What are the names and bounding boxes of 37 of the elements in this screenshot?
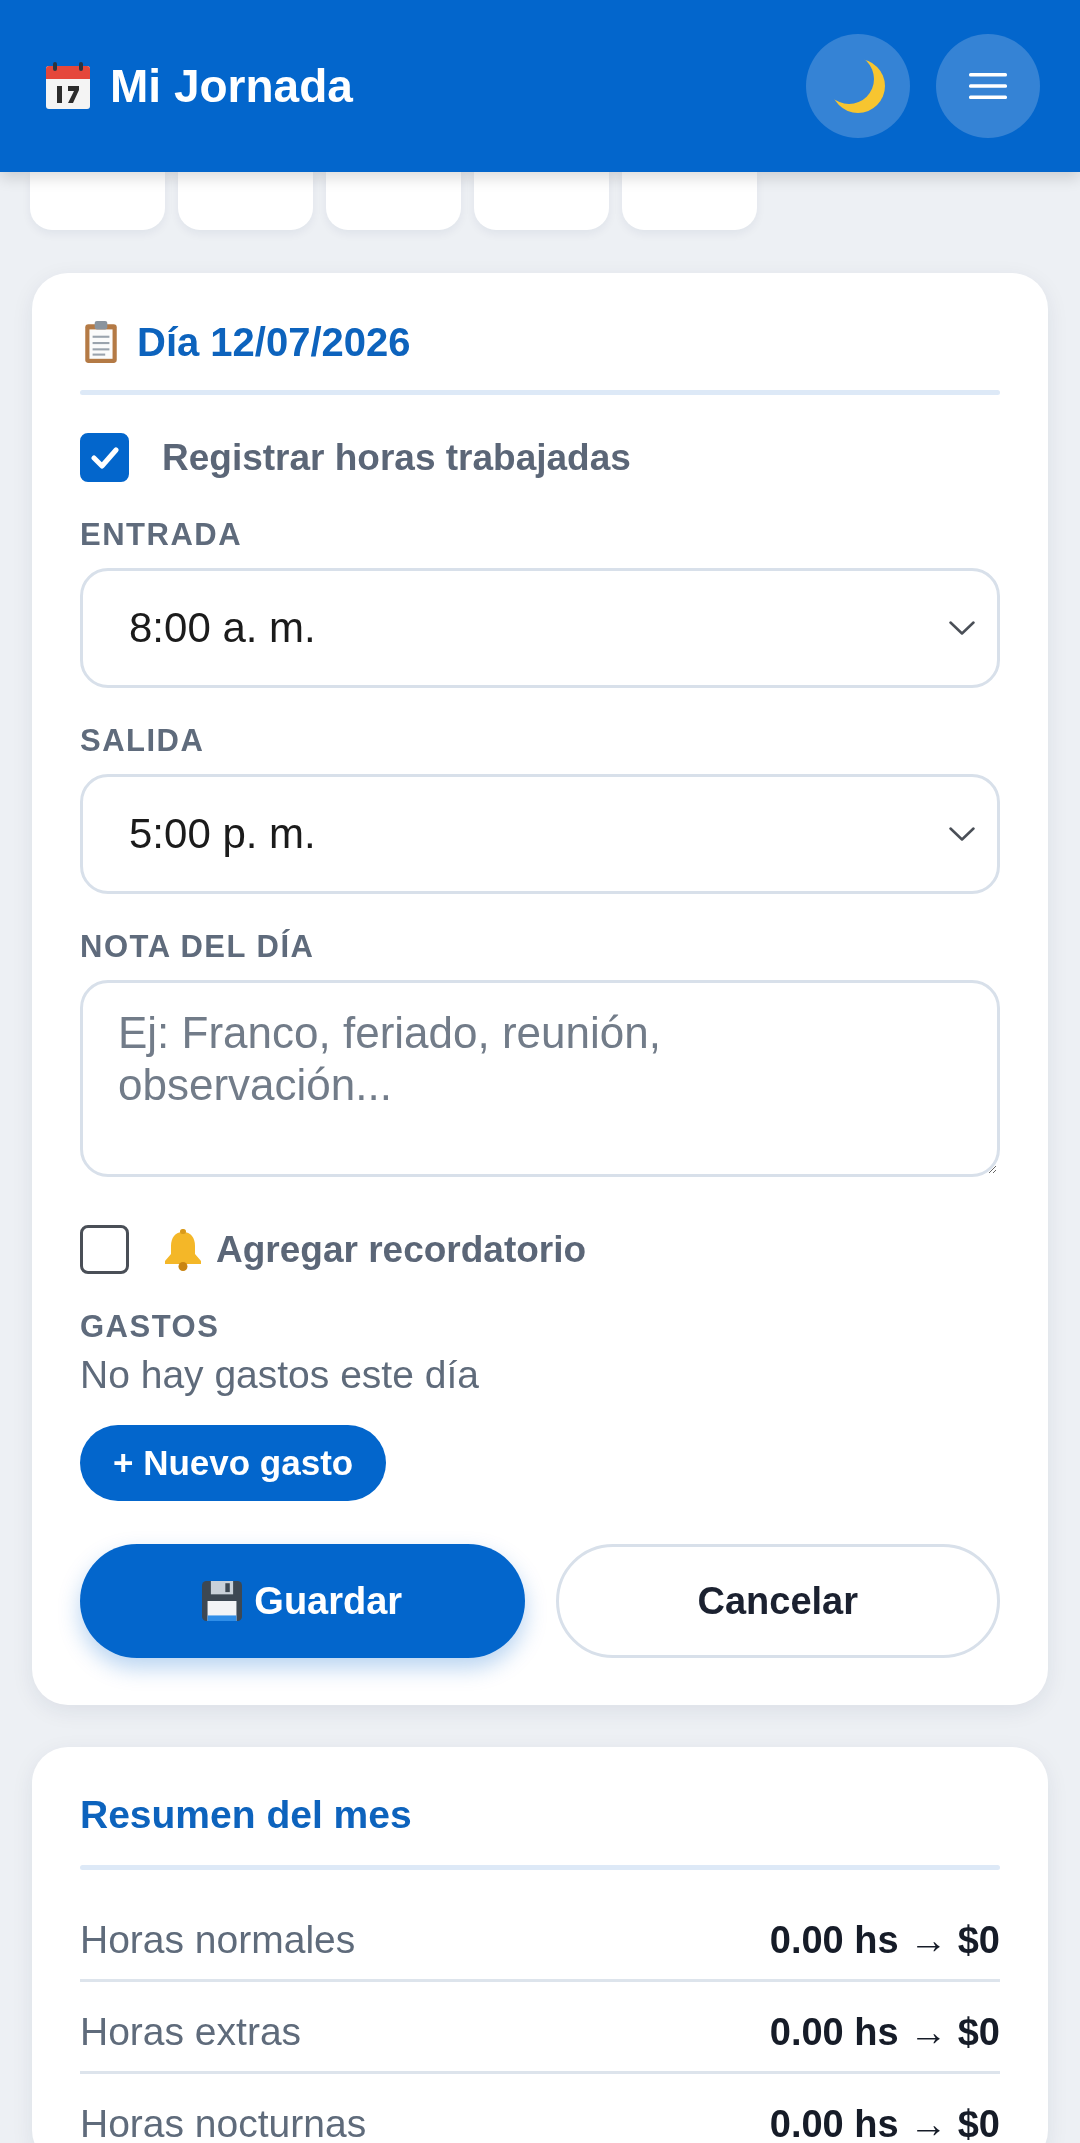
checkbox-label: Registrar horas trabajadas [162,435,631,480]
app-title: Mi Jornada [110,59,353,113]
summary-value: 0.00 hs → $0 [769,1919,1000,1961]
save-button[interactable]: Guardar [80,1544,525,1658]
chevron-down-icon [949,827,975,841]
time-select[interactable]: 5:00 p. m. [80,774,1000,894]
summary-value: 0.00 hs → $0 [769,2103,1000,2143]
note-field[interactable]: Ej: Franco, feriado, reunión, observación... [80,980,1000,1177]
menu-icon [969,73,1007,99]
checkbox[interactable] [80,1225,129,1274]
checkbox-label: Agregar recordatorio [216,1227,587,1272]
moon-icon [831,59,885,113]
day-tile[interactable] [30,172,165,230]
day-tile[interactable] [326,172,461,230]
day-tile[interactable] [178,172,313,230]
bell-icon [162,1228,204,1271]
day-tile[interactable] [622,172,757,230]
summary-label: Horas normales [80,1919,356,1961]
new-expense-button[interactable]: + Nuevo gasto [80,1425,387,1501]
time-select[interactable]: 8:00 a. m. [80,568,1000,688]
summary-label: Horas extras [80,2011,302,2053]
clipboard-icon [83,321,119,363]
cancel-button[interactable]: Cancelar [555,1544,1000,1658]
chevron-down-icon [949,621,975,635]
checkbox[interactable] [80,433,129,482]
section-label: GASTOS [80,1309,221,1345]
summary-label: Horas nocturnas [80,2103,367,2143]
check-icon [90,446,119,469]
empty-state-text: No hay gastos este día [80,1352,480,1398]
summary-value: 0.00 hs → $0 [769,2011,1000,2053]
calendar-icon [45,62,91,110]
day-tile[interactable] [474,172,609,230]
field-label: SALIDA [80,723,206,759]
card-title: Resumen del mes [80,1792,413,1838]
card-title: Día 12/07/2026 [137,320,411,364]
field-label: NOTA DEL DÍA [80,929,316,965]
field-label: ENTRADA [80,517,244,553]
